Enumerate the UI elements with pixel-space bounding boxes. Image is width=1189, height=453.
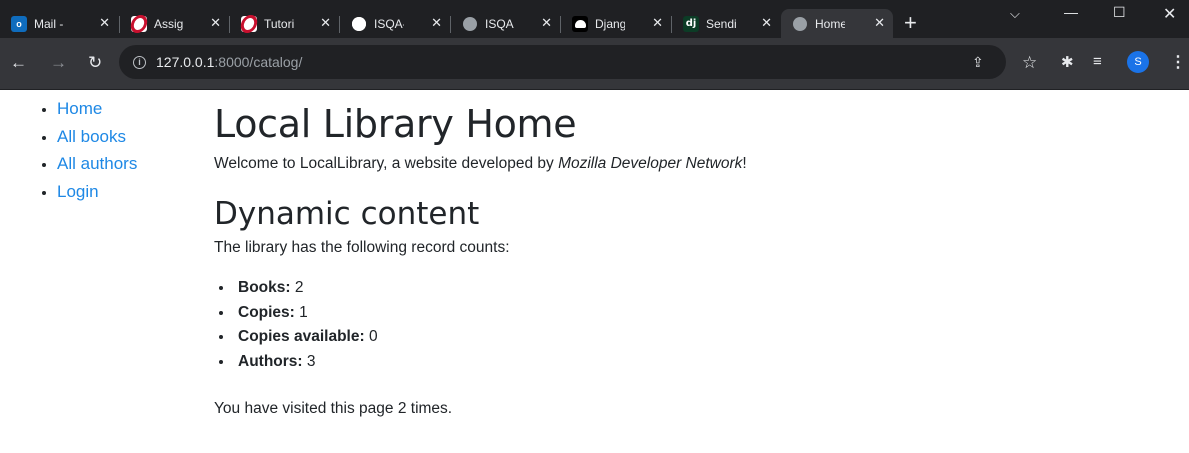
- forward-button[interactable]: →: [50, 54, 67, 72]
- tab-tutorial[interactable]: Tutori ✕: [230, 9, 339, 38]
- maximize-button[interactable]: ☐: [1113, 4, 1126, 21]
- sidebar-item-home: Home: [57, 95, 137, 123]
- share-icon[interactable]: ⇪: [972, 54, 984, 71]
- list-item: Books: 2: [234, 276, 1164, 301]
- tab-title: Home: [815, 16, 845, 31]
- reading-list-icon[interactable]: ≡: [1093, 53, 1102, 70]
- tab-isqa-github[interactable]: ISQA- ✕: [340, 9, 450, 38]
- count-value: 3: [306, 352, 316, 370]
- url-host: 127.0.0.1: [156, 54, 215, 70]
- list-item: Authors: 3: [234, 350, 1164, 375]
- count-value: 2: [294, 279, 304, 296]
- bookmark-star-icon[interactable]: ☆: [1022, 53, 1037, 73]
- tab-sending[interactable]: dj Sendi ✕: [672, 9, 780, 38]
- welcome-text: Welcome to LocalLibrary, a website devel…: [214, 152, 1164, 176]
- tab-search-chevron-icon[interactable]: ⌵: [1010, 6, 1020, 22]
- dynamic-content-heading: Dynamic content: [214, 196, 480, 232]
- welcome-suffix: !: [742, 155, 747, 172]
- new-tab-button[interactable]: +: [904, 12, 917, 34]
- count-label: Authors:: [238, 352, 303, 370]
- sidebar-link-login[interactable]: Login: [57, 182, 99, 201]
- close-icon[interactable]: ✕: [99, 15, 110, 31]
- count-label: Copies:: [238, 303, 295, 321]
- welcome-emphasis: Mozilla Developer Network: [558, 155, 743, 172]
- sidebar-item-all-books: All books: [57, 123, 137, 151]
- university-o-icon: [131, 15, 147, 32]
- tab-title: Sendi: [706, 16, 736, 31]
- visit-count-text: You have visited this page 2 times.: [214, 400, 453, 417]
- sidebar-link-all-authors[interactable]: All authors: [57, 154, 137, 173]
- sidebar-link-all-books[interactable]: All books: [57, 127, 126, 146]
- sidebar-nav: Home All books All authors Login: [37, 95, 137, 205]
- tab-isqa3[interactable]: ISQA 3 ✕: [451, 9, 560, 38]
- reload-button[interactable]: ↻: [88, 54, 102, 72]
- tab-title: ISQA-: [374, 16, 404, 31]
- welcome-prefix: Welcome to LocalLibrary, a website devel…: [214, 155, 559, 172]
- record-counts-list: Books: 2 Copies: 1 Copies available: 0 A…: [234, 276, 1164, 374]
- window-close-button[interactable]: ✕: [1163, 4, 1176, 24]
- main-content: Local Library Home Welcome to LocalLibra…: [214, 97, 1164, 421]
- tab-title: Assign: [154, 16, 184, 31]
- django-icon: dj: [683, 15, 699, 32]
- tab-home-active[interactable]: Home ✕: [781, 9, 893, 38]
- sidebar-link-home[interactable]: Home: [57, 99, 102, 118]
- globe-icon: [462, 16, 478, 32]
- mdn-icon: [572, 15, 588, 32]
- record-intro: The library has the following record cou…: [214, 239, 510, 256]
- github-icon: [351, 16, 367, 32]
- list-item: Copies available: 0: [234, 325, 1164, 350]
- list-item: Copies: 1: [234, 301, 1164, 326]
- tab-assign[interactable]: Assign ✕: [120, 9, 229, 38]
- minimize-button[interactable]: —: [1064, 4, 1078, 20]
- close-icon[interactable]: ✕: [320, 15, 331, 31]
- sidebar-item-all-authors: All authors: [57, 150, 137, 178]
- url-text[interactable]: 127.0.0.1:8000/catalog/: [156, 54, 302, 70]
- url-path: :8000/catalog/: [214, 54, 303, 70]
- menu-kebab-icon[interactable]: ⋮: [1170, 52, 1186, 72]
- count-value: 1: [299, 303, 308, 321]
- close-icon[interactable]: ✕: [874, 15, 885, 31]
- address-bar[interactable]: i 127.0.0.1:8000/catalog/ ⇪: [119, 45, 1006, 79]
- page-title: Local Library Home: [214, 102, 577, 146]
- count-label: Copies available:: [238, 328, 365, 345]
- globe-icon: [792, 16, 808, 32]
- extensions-puzzle-icon[interactable]: ✱: [1061, 53, 1074, 71]
- count-value: 0: [368, 328, 378, 345]
- tab-title: Djang: [595, 16, 625, 31]
- university-o-icon: [241, 15, 257, 32]
- back-button[interactable]: ←: [10, 54, 27, 72]
- outlook-icon: o: [11, 15, 27, 32]
- close-icon[interactable]: ✕: [431, 15, 442, 31]
- sidebar-item-login: Login: [57, 178, 137, 206]
- tab-strip: o Mail - ✕ Assign ✕ Tutori ✕ ISQA- ✕ ISQ…: [0, 0, 1189, 38]
- profile-avatar[interactable]: S: [1127, 51, 1149, 73]
- tab-django-mdn[interactable]: Djang ✕: [561, 9, 671, 38]
- tab-title: Mail -: [34, 16, 64, 31]
- close-icon[interactable]: ✕: [210, 15, 221, 31]
- tab-title: ISQA 3: [485, 16, 515, 31]
- site-info-icon[interactable]: i: [133, 55, 146, 69]
- close-icon[interactable]: ✕: [652, 15, 663, 31]
- count-label: Books:: [238, 279, 291, 296]
- close-icon[interactable]: ✕: [761, 15, 772, 31]
- tab-title: Tutori: [264, 16, 294, 31]
- tab-mail[interactable]: o Mail - ✕: [0, 9, 118, 38]
- close-icon[interactable]: ✕: [541, 15, 552, 31]
